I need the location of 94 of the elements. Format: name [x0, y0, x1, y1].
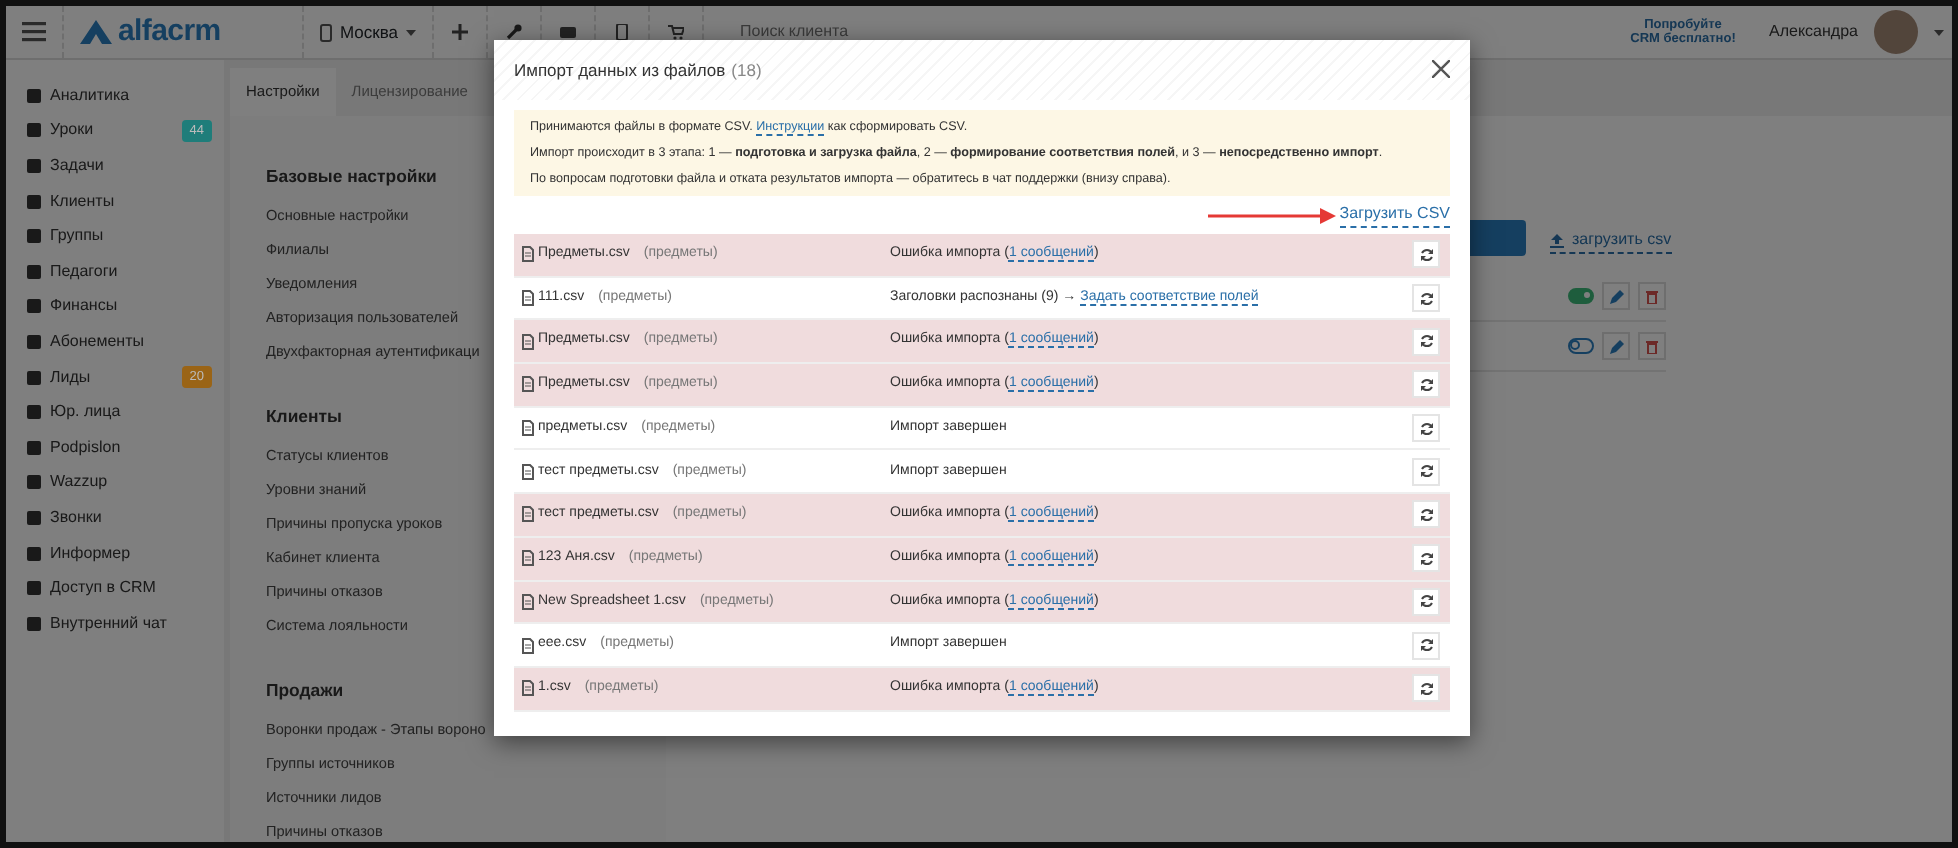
square-icon	[26, 509, 42, 526]
sidebar-item[interactable]: Доступ в CRM	[6, 570, 224, 606]
sidebar-item[interactable]: Финансы	[6, 289, 224, 325]
upload-icon	[1550, 233, 1564, 247]
sidebar-item[interactable]: Информер	[6, 535, 224, 571]
square-icon	[26, 369, 42, 386]
caret-icon[interactable]	[1934, 29, 1944, 35]
file-icon	[522, 506, 534, 523]
refresh-icon	[1419, 377, 1433, 392]
upload-csv-link[interactable]: Загрузить CSV	[1339, 202, 1450, 228]
sidebar-item[interactable]: Podpislon	[6, 429, 224, 466]
refresh-button[interactable]	[1412, 457, 1440, 486]
sidebar-item[interactable]: Группы	[6, 218, 224, 254]
plus-icon[interactable]	[452, 24, 469, 40]
refresh-button[interactable]	[1412, 544, 1440, 573]
square-icon	[26, 298, 42, 315]
refresh-icon	[1419, 464, 1433, 479]
refresh-icon	[1419, 551, 1433, 566]
close-icon[interactable]	[1432, 60, 1450, 79]
file-icon	[522, 637, 534, 654]
square-icon	[26, 87, 42, 104]
square-icon	[26, 263, 42, 280]
annotation-arrow	[1207, 207, 1336, 223]
square-icon	[26, 580, 42, 597]
square-icon	[26, 157, 42, 174]
square-icon	[26, 122, 42, 139]
square-icon	[26, 228, 42, 245]
section-heading: Продажи	[266, 678, 344, 705]
caret-icon	[406, 29, 417, 35]
envelope-icon[interactable]	[560, 24, 577, 40]
file-icon	[522, 333, 534, 350]
wrench-icon[interactable]	[506, 24, 523, 40]
file-icon	[522, 376, 534, 393]
refresh-icon	[1419, 334, 1433, 349]
file-icon	[522, 550, 534, 567]
refresh-button[interactable]	[1412, 500, 1440, 529]
sidebar-item[interactable]: Педагоги	[6, 253, 224, 290]
logo-icon	[80, 20, 112, 44]
square-icon	[26, 333, 42, 350]
sidebar-item[interactable]: Клиенты	[6, 183, 224, 219]
square-icon	[26, 615, 42, 632]
sidebar-item[interactable]: Юр. лица	[6, 394, 224, 430]
phone-icon	[320, 23, 332, 41]
sidebar-item[interactable]: Звонки	[6, 500, 224, 536]
file-icon	[522, 680, 534, 697]
location-dropdown[interactable]: Москва	[320, 19, 417, 45]
refresh-button[interactable]	[1412, 284, 1440, 313]
square-icon	[26, 439, 42, 456]
refresh-button[interactable]	[1412, 674, 1440, 703]
search-field[interactable]: Поиск клиента	[736, 18, 1137, 46]
file-count: (18)	[731, 57, 762, 83]
trash-icon[interactable]	[1646, 339, 1658, 353]
file-icon	[522, 420, 534, 437]
refresh-icon	[1419, 594, 1433, 609]
refresh-button[interactable]	[1412, 587, 1440, 616]
square-icon	[26, 545, 42, 562]
refresh-button[interactable]	[1412, 240, 1440, 269]
section-heading: Клиенты	[266, 404, 342, 431]
pencil-icon[interactable]	[1609, 289, 1623, 303]
file-icon	[522, 463, 534, 480]
upload-csv-link[interactable]: загрузить csv	[1550, 228, 1672, 254]
refresh-button[interactable]	[1412, 631, 1440, 660]
user-name: Александра	[1769, 20, 1858, 44]
dialog-title: Импорт данных из файлов	[514, 57, 726, 83]
toggle-switch[interactable]	[1568, 288, 1594, 304]
menu-icon[interactable]	[22, 22, 46, 42]
refresh-icon	[1419, 291, 1433, 306]
sidebar-item[interactable]: Внутренний чат	[6, 605, 224, 641]
square-icon	[26, 404, 42, 421]
mobile-icon[interactable]	[614, 24, 631, 40]
avatar[interactable]	[1874, 10, 1918, 54]
file-icon	[522, 246, 534, 263]
refresh-button[interactable]	[1412, 327, 1440, 356]
sidebar-item[interactable]: Аналитика	[6, 78, 224, 114]
square-icon	[26, 193, 42, 210]
file-icon	[522, 593, 534, 610]
file-icon	[522, 290, 534, 307]
section-heading: Базовые настройки	[266, 164, 437, 190]
toggle-switch[interactable]	[1568, 338, 1594, 354]
trash-icon[interactable]	[1646, 289, 1658, 303]
logo-text: alfacrm	[118, 11, 221, 52]
cart-icon[interactable]	[668, 24, 685, 40]
refresh-button[interactable]	[1412, 370, 1440, 399]
sidebar-item[interactable]: Wazzup	[6, 465, 224, 501]
sidebar-item[interactable]: Задачи	[6, 148, 224, 184]
refresh-icon	[1419, 681, 1433, 696]
refresh-icon	[1419, 638, 1433, 653]
refresh-icon	[1419, 421, 1433, 436]
square-icon	[26, 474, 42, 491]
refresh-icon	[1419, 247, 1433, 262]
refresh-icon	[1419, 507, 1433, 522]
sidebar-item[interactable]: Абонементы	[6, 324, 224, 360]
refresh-button[interactable]	[1412, 414, 1440, 443]
pencil-icon[interactable]	[1609, 339, 1623, 353]
